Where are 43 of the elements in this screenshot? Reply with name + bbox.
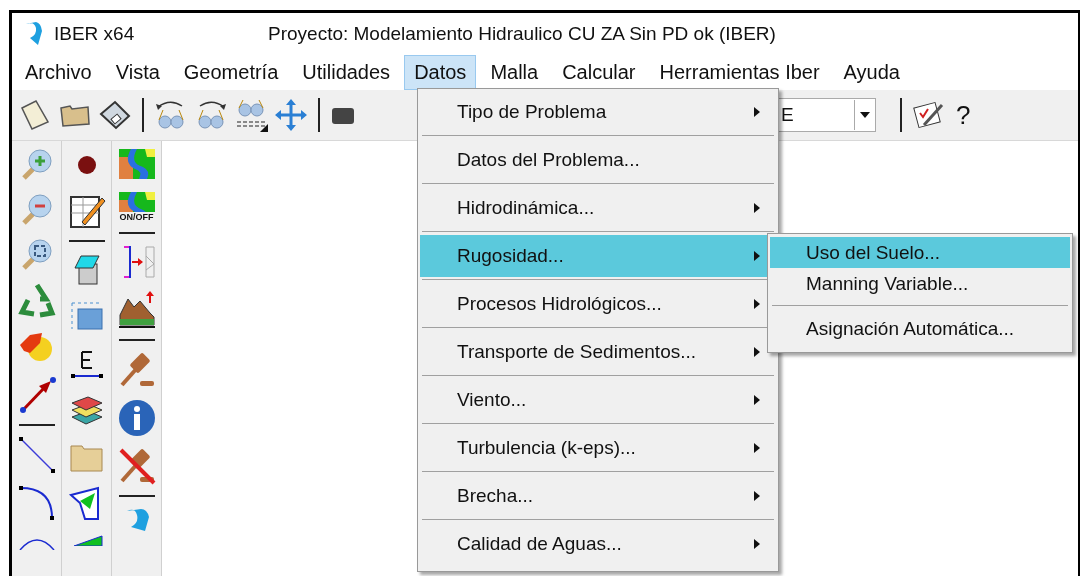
menu-item[interactable]: Archivo [15,55,102,90]
menu-item[interactable]: Viento... [420,379,776,421]
submenu-arrow-icon [754,491,760,501]
document-icon[interactable] [18,98,52,132]
caret-icon [860,112,870,118]
submenu-arrow-icon [754,203,760,213]
menu-item[interactable]: Tipo de Problema [420,91,776,133]
submenu-arrow-icon [754,299,760,309]
menu-item[interactable]: Utilidades [292,55,401,90]
map-icon [116,190,157,212]
move-icon[interactable] [274,98,308,132]
menu-item[interactable]: Datos del Problema... [420,139,776,181]
menu-item[interactable]: Ayuda [833,55,910,90]
help-button[interactable]: ? [956,99,971,131]
submenu-arrow-icon [754,539,760,549]
arc-icon[interactable] [17,483,56,521]
submenu-arrow-icon [754,347,760,357]
submenu-arrow-icon [754,395,760,405]
map-icon[interactable] [116,147,157,181]
glasses-icon[interactable] [234,98,268,132]
menu-item[interactable]: Brecha... [420,475,776,517]
menu-item[interactable]: Hidrodinámica... [420,187,776,229]
menu-item[interactable]: Uso del Suelo... [770,237,1070,268]
terrain-icon[interactable] [117,291,156,329]
app-name: IBER x64 [54,23,136,45]
submenu-arrow-icon [754,443,760,453]
submenu-arrow-icon [754,107,760,117]
menu-item[interactable]: Vista [105,55,170,90]
submenu-arrow-icon [754,251,760,261]
menu-item[interactable]: Calcular [552,55,646,90]
combo-box[interactable]: E [778,98,876,132]
window-title: Proyecto: Modelamiento Hidraulico CU ZA Sin PD ok (IBER) [268,23,776,45]
menu-item[interactable]: Datos [404,55,477,90]
menu-item[interactable]: Calidad de Aguas... [420,523,776,565]
arrow-icon[interactable] [17,376,56,414]
menu-item[interactable]: Geometría [173,55,289,90]
line-icon[interactable] [17,436,56,474]
map-toggle-button[interactable]: ON/OFF [116,190,157,222]
menu-item[interactable]: Herramientas Iber [649,55,830,90]
recycle-icon[interactable] [17,282,56,320]
menu-item[interactable]: Turbulencia (k-eps)... [420,427,776,469]
info-icon[interactable] [116,398,157,438]
menu-item[interactable]: Malla [480,55,549,90]
